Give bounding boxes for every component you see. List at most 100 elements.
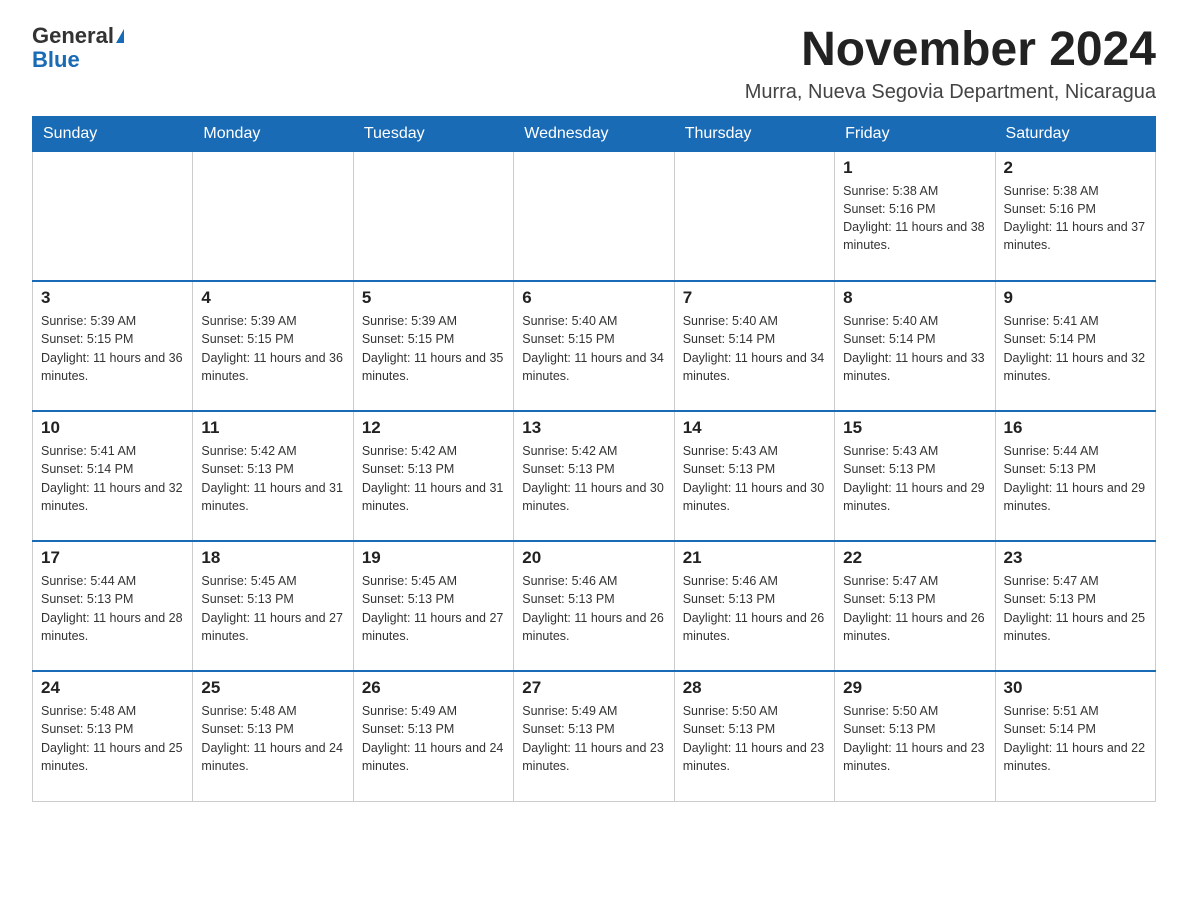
day-number: 6 <box>522 288 665 308</box>
col-header-sunday: Sunday <box>33 116 193 151</box>
day-info: Sunrise: 5:42 AMSunset: 5:13 PMDaylight:… <box>362 442 505 515</box>
calendar-cell: 27Sunrise: 5:49 AMSunset: 5:13 PMDayligh… <box>514 671 674 801</box>
day-number: 13 <box>522 418 665 438</box>
logo-general: General <box>32 24 114 48</box>
calendar-cell: 15 Sunrise: 5:43 AMSunset: 5:13 PMDayligh… <box>835 411 995 541</box>
day-number: 1 <box>843 158 986 178</box>
day-number: 12 <box>362 418 505 438</box>
day-number: 3 <box>41 288 184 308</box>
day-info: Sunrise: 5:41 AMSunset: 5:14 PMDaylight:… <box>1004 312 1147 385</box>
calendar-cell: 24Sunrise: 5:48 AMSunset: 5:13 PMDayligh… <box>33 671 193 801</box>
calendar-cell: 11Sunrise: 5:42 AMSunset: 5:13 PMDayligh… <box>193 411 353 541</box>
logo-blue: Blue <box>32 47 80 72</box>
calendar-cell: 2 Sunrise: 5:38 AMSunset: 5:16 PMDaylight… <box>995 151 1155 281</box>
day-info: Sunrise: 5:44 AMSunset: 5:13 PMDaylight:… <box>41 572 184 645</box>
month-title: November 2024 <box>745 24 1156 77</box>
calendar-cell: 9 Sunrise: 5:41 AMSunset: 5:14 PMDaylight… <box>995 281 1155 411</box>
day-info: Sunrise: 5:42 AMSunset: 5:13 PMDaylight:… <box>522 442 665 515</box>
day-info: Sunrise: 5:46 AMSunset: 5:13 PMDaylight:… <box>683 572 826 645</box>
col-header-thursday: Thursday <box>674 116 834 151</box>
calendar-week-row: 10Sunrise: 5:41 AMSunset: 5:14 PMDayligh… <box>33 411 1156 541</box>
calendar-cell: 30 Sunrise: 5:51 AMSunset: 5:14 PMDayligh… <box>995 671 1155 801</box>
calendar-cell: 20Sunrise: 5:46 AMSunset: 5:13 PMDayligh… <box>514 541 674 671</box>
calendar-cell <box>674 151 834 281</box>
day-info: Sunrise: 5:48 AMSunset: 5:13 PMDaylight:… <box>201 702 344 775</box>
calendar-cell: 28Sunrise: 5:50 AMSunset: 5:13 PMDayligh… <box>674 671 834 801</box>
calendar-cell: 14Sunrise: 5:43 AMSunset: 5:13 PMDayligh… <box>674 411 834 541</box>
day-info: Sunrise: 5:39 AMSunset: 5:15 PMDaylight:… <box>362 312 505 385</box>
col-header-monday: Monday <box>193 116 353 151</box>
page-header: General Blue November 2024 Murra, Nueva … <box>32 24 1156 104</box>
calendar-cell: 3 Sunrise: 5:39 AMSunset: 5:15 PMDaylight… <box>33 281 193 411</box>
day-info: Sunrise: 5:38 AMSunset: 5:16 PMDaylight:… <box>1004 182 1147 255</box>
day-number: 29 <box>843 678 986 698</box>
calendar-cell: 17Sunrise: 5:44 AMSunset: 5:13 PMDayligh… <box>33 541 193 671</box>
day-number: 23 <box>1004 548 1147 568</box>
day-info: Sunrise: 5:49 AMSunset: 5:13 PMDaylight:… <box>522 702 665 775</box>
calendar-cell <box>514 151 674 281</box>
day-info: Sunrise: 5:51 AMSunset: 5:14 PMDaylight:… <box>1004 702 1147 775</box>
day-number: 7 <box>683 288 826 308</box>
calendar-cell: 16 Sunrise: 5:44 AMSunset: 5:13 PMDayligh… <box>995 411 1155 541</box>
col-header-wednesday: Wednesday <box>514 116 674 151</box>
location-subtitle: Murra, Nueva Segovia Department, Nicarag… <box>745 81 1156 104</box>
day-info: Sunrise: 5:41 AMSunset: 5:14 PMDaylight:… <box>41 442 184 515</box>
calendar-cell: 18Sunrise: 5:45 AMSunset: 5:13 PMDayligh… <box>193 541 353 671</box>
calendar-cell: 19 Sunrise: 5:45 AMSunset: 5:13 PMDayligh… <box>353 541 513 671</box>
day-info: Sunrise: 5:42 AMSunset: 5:13 PMDaylight:… <box>201 442 344 515</box>
calendar-cell: 13 Sunrise: 5:42 AMSunset: 5:13 PMDayligh… <box>514 411 674 541</box>
day-number: 9 <box>1004 288 1147 308</box>
calendar-cell: 22Sunrise: 5:47 AMSunset: 5:13 PMDayligh… <box>835 541 995 671</box>
calendar-header-row: SundayMondayTuesdayWednesdayThursdayFrid… <box>33 116 1156 151</box>
calendar-cell <box>33 151 193 281</box>
day-info: Sunrise: 5:39 AMSunset: 5:15 PMDaylight:… <box>41 312 184 385</box>
calendar-cell <box>193 151 353 281</box>
day-number: 20 <box>522 548 665 568</box>
calendar-cell: 21Sunrise: 5:46 AMSunset: 5:13 PMDayligh… <box>674 541 834 671</box>
day-number: 26 <box>362 678 505 698</box>
day-number: 15 <box>843 418 986 438</box>
day-info: Sunrise: 5:38 AMSunset: 5:16 PMDaylight:… <box>843 182 986 255</box>
calendar-cell: 6 Sunrise: 5:40 AMSunset: 5:15 PMDaylight… <box>514 281 674 411</box>
day-number: 19 <box>362 548 505 568</box>
calendar-cell: 23 Sunrise: 5:47 AMSunset: 5:13 PMDayligh… <box>995 541 1155 671</box>
day-info: Sunrise: 5:50 AMSunset: 5:13 PMDaylight:… <box>683 702 826 775</box>
col-header-saturday: Saturday <box>995 116 1155 151</box>
title-block: November 2024 Murra, Nueva Segovia Depar… <box>745 24 1156 104</box>
day-number: 25 <box>201 678 344 698</box>
day-number: 16 <box>1004 418 1147 438</box>
day-info: Sunrise: 5:49 AMSunset: 5:13 PMDaylight:… <box>362 702 505 775</box>
day-info: Sunrise: 5:43 AMSunset: 5:13 PMDaylight:… <box>843 442 986 515</box>
col-header-friday: Friday <box>835 116 995 151</box>
day-number: 2 <box>1004 158 1147 178</box>
day-info: Sunrise: 5:40 AMSunset: 5:14 PMDaylight:… <box>843 312 986 385</box>
day-info: Sunrise: 5:40 AMSunset: 5:15 PMDaylight:… <box>522 312 665 385</box>
calendar-cell: 12 Sunrise: 5:42 AMSunset: 5:13 PMDayligh… <box>353 411 513 541</box>
calendar-cell: 25 Sunrise: 5:48 AMSunset: 5:13 PMDayligh… <box>193 671 353 801</box>
day-info: Sunrise: 5:39 AMSunset: 5:15 PMDaylight:… <box>201 312 344 385</box>
day-info: Sunrise: 5:47 AMSunset: 5:13 PMDaylight:… <box>843 572 986 645</box>
day-info: Sunrise: 5:45 AMSunset: 5:13 PMDaylight:… <box>362 572 505 645</box>
day-number: 18 <box>201 548 344 568</box>
day-number: 24 <box>41 678 184 698</box>
calendar-cell <box>353 151 513 281</box>
day-info: Sunrise: 5:47 AMSunset: 5:13 PMDaylight:… <box>1004 572 1147 645</box>
calendar-cell: 4Sunrise: 5:39 AMSunset: 5:15 PMDaylight… <box>193 281 353 411</box>
day-info: Sunrise: 5:40 AMSunset: 5:14 PMDaylight:… <box>683 312 826 385</box>
calendar-cell: 8 Sunrise: 5:40 AMSunset: 5:14 PMDaylight… <box>835 281 995 411</box>
day-number: 8 <box>843 288 986 308</box>
calendar-table: SundayMondayTuesdayWednesdayThursdayFrid… <box>32 116 1156 802</box>
day-number: 5 <box>362 288 505 308</box>
calendar-week-row: 3 Sunrise: 5:39 AMSunset: 5:15 PMDaylight… <box>33 281 1156 411</box>
calendar-cell: 10Sunrise: 5:41 AMSunset: 5:14 PMDayligh… <box>33 411 193 541</box>
calendar-cell: 29Sunrise: 5:50 AMSunset: 5:13 PMDayligh… <box>835 671 995 801</box>
calendar-cell: 5 Sunrise: 5:39 AMSunset: 5:15 PMDaylight… <box>353 281 513 411</box>
col-header-tuesday: Tuesday <box>353 116 513 151</box>
calendar-cell: 26 Sunrise: 5:49 AMSunset: 5:13 PMDayligh… <box>353 671 513 801</box>
calendar-week-row: 17Sunrise: 5:44 AMSunset: 5:13 PMDayligh… <box>33 541 1156 671</box>
day-number: 14 <box>683 418 826 438</box>
day-info: Sunrise: 5:44 AMSunset: 5:13 PMDaylight:… <box>1004 442 1147 515</box>
day-number: 30 <box>1004 678 1147 698</box>
calendar-cell: 7 Sunrise: 5:40 AMSunset: 5:14 PMDaylight… <box>674 281 834 411</box>
calendar-week-row: 24 Sunrise: 5:48 AMSunset: 5:13 PMDayligh… <box>33 671 1156 801</box>
